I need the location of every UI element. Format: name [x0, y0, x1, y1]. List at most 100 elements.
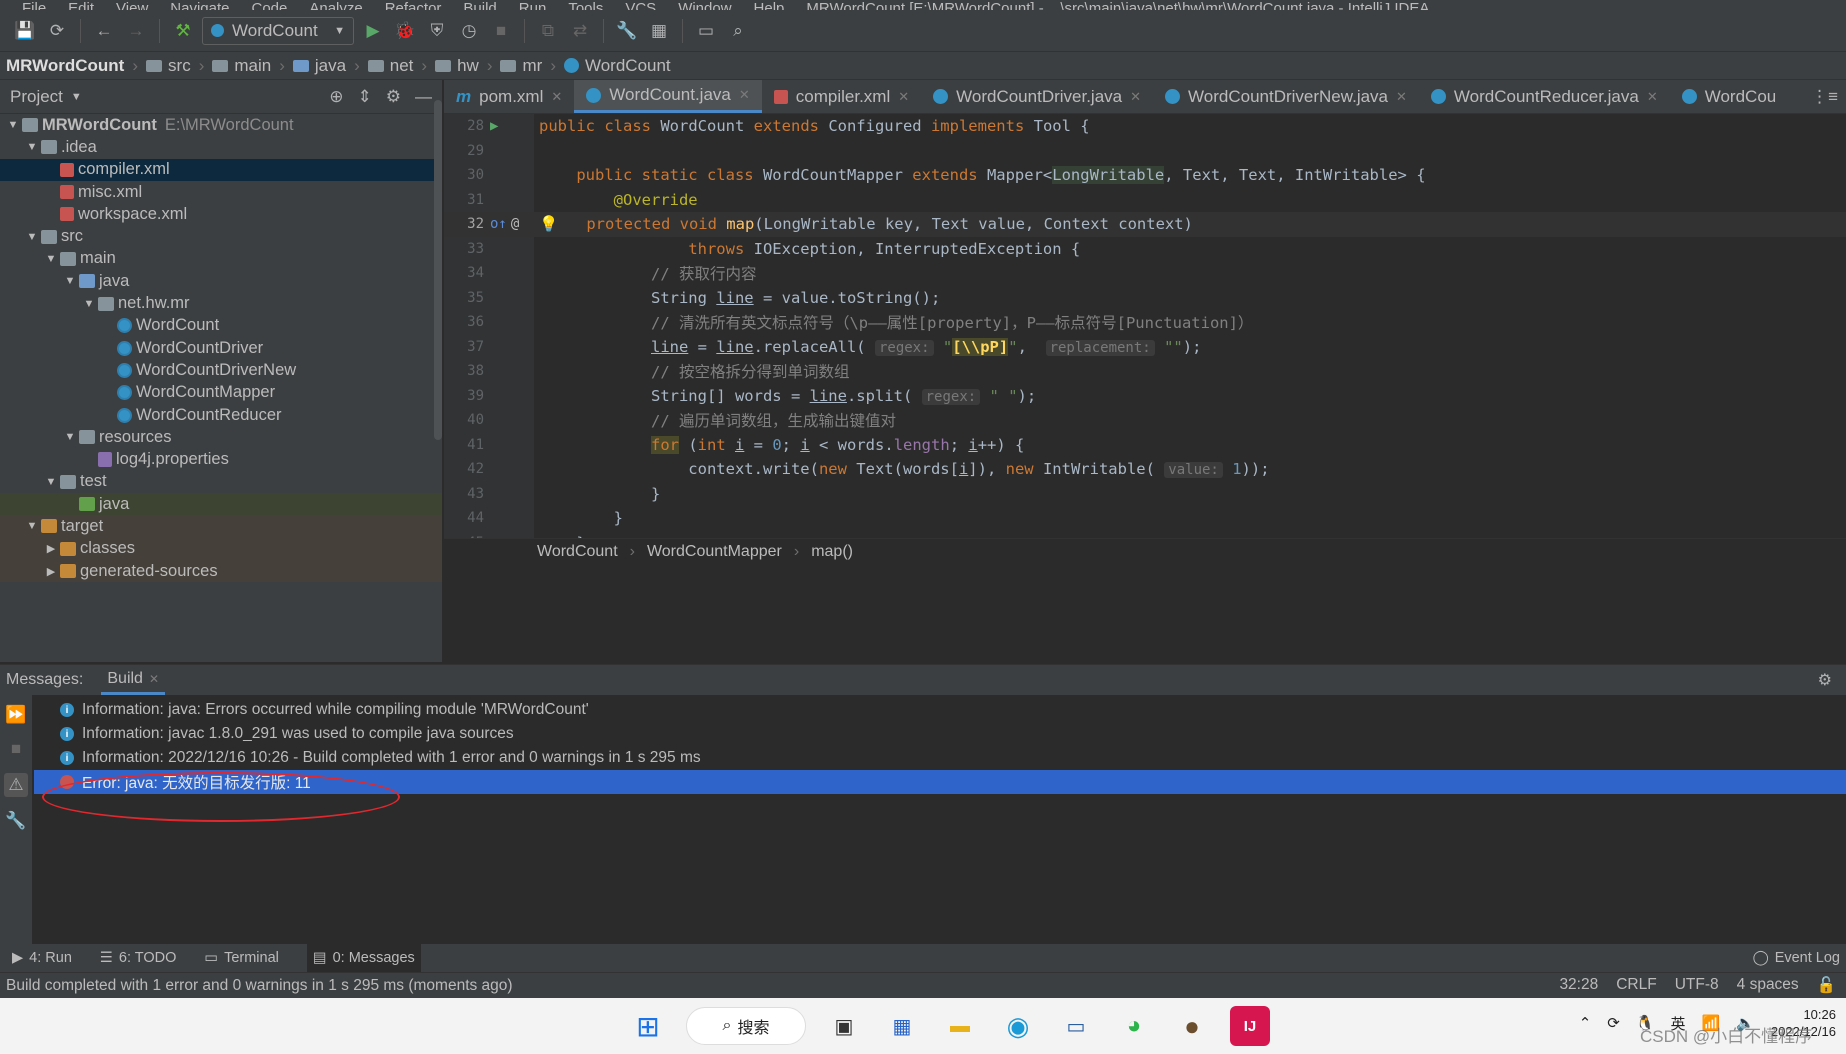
info-message[interactable]: i Information: 2022/12/16 10:26 - Build c… — [34, 746, 1846, 770]
tree-node[interactable]: ▼ MRWordCount E:\MRWordCount — [0, 114, 442, 136]
sync-tray-icon[interactable]: ⟳ — [1607, 1014, 1620, 1032]
tree-node[interactable]: ▼ net.hw.mr — [0, 292, 442, 314]
nav-crumb[interactable]: hw — [435, 56, 479, 76]
stop-icon[interactable]: ■ — [11, 739, 21, 759]
tree-node[interactable]: log4j.properties — [0, 448, 442, 470]
stop-icon[interactable]: ■ — [488, 18, 514, 44]
info-message[interactable]: i Information: javac 1.8.0_291 was used t… — [34, 722, 1846, 746]
collapse-arrow-icon[interactable]: ▶ — [42, 542, 60, 555]
tool-window-button[interactable]: ▭ Terminal — [204, 950, 279, 966]
event-log-button[interactable]: ◯ Event Log — [1752, 950, 1846, 966]
run-gutter-icon[interactable]: ▶ — [484, 118, 534, 134]
edge-icon[interactable]: ◉ — [998, 1006, 1038, 1046]
remote-desktop-icon[interactable]: ▭ — [1056, 1006, 1096, 1046]
tab-build[interactable]: Build ✕ — [101, 665, 166, 695]
windows-start-icon[interactable]: ⊞ — [628, 1006, 668, 1046]
profile-icon[interactable]: ◷ — [456, 18, 482, 44]
nav-crumb[interactable]: java — [292, 56, 346, 76]
forward-icon[interactable]: → — [123, 18, 149, 44]
store-icon[interactable]: ▦ — [882, 1006, 922, 1046]
close-icon[interactable]: ✕ — [1130, 89, 1141, 105]
media-app-icon[interactable]: ● — [1172, 1006, 1212, 1046]
lightbulb-icon[interactable]: 💡 — [539, 215, 558, 233]
tree-node[interactable]: java — [0, 493, 442, 516]
expand-arrow-icon[interactable]: ▼ — [61, 431, 79, 443]
editor-tab[interactable]: WordCount.java ✕ — [574, 80, 762, 113]
editor-tab[interactable]: WordCou — [1670, 80, 1789, 113]
nav-file[interactable]: WordCount — [563, 56, 671, 76]
menu-item[interactable]: Navigate — [170, 0, 229, 10]
intellij-idea-icon[interactable]: IJ — [1230, 1006, 1270, 1046]
chevron-up-icon[interactable]: ⌃ — [1579, 1014, 1592, 1032]
file-explorer-icon[interactable]: ▬ — [940, 1006, 980, 1046]
tree-node[interactable]: ▼ test — [0, 471, 442, 493]
tool-window-button[interactable]: ▤ 0: Messages — [306, 944, 421, 972]
menu-item[interactable]: File — [22, 0, 46, 10]
menu-item[interactable]: Refactor — [385, 0, 442, 10]
menu-item[interactable]: Edit — [68, 0, 94, 10]
gear-icon[interactable]: ⚙ — [386, 87, 401, 107]
expand-arrow-icon[interactable]: ▼ — [23, 231, 41, 243]
build-hammer-icon[interactable]: ⚒ — [170, 18, 196, 44]
menu-item[interactable]: Window — [678, 0, 731, 10]
nav-crumb[interactable]: net — [367, 56, 413, 76]
tree-node[interactable]: WordCount — [0, 315, 442, 337]
tree-node[interactable]: ▼ target — [0, 515, 442, 538]
editor-tab[interactable]: compiler.xml ✕ — [762, 80, 921, 113]
file-encoding[interactable]: UTF-8 — [1675, 976, 1719, 995]
task-view-icon[interactable]: ▣ — [824, 1006, 864, 1046]
nav-crumb[interactable]: src — [146, 56, 191, 76]
menu-item[interactable]: VCS — [625, 0, 656, 10]
close-icon[interactable]: ✕ — [149, 672, 159, 686]
back-icon[interactable]: ← — [91, 18, 117, 44]
save-icon[interactable]: 💾 — [12, 18, 38, 44]
warning-filter-icon[interactable]: ⚠ — [4, 773, 28, 797]
nav-crumb[interactable]: main — [212, 56, 271, 76]
tree-node[interactable]: ▼ main — [0, 248, 442, 270]
close-icon[interactable]: ✕ — [1396, 89, 1407, 105]
tool-window-button[interactable]: ▶ 4: Run — [12, 950, 72, 966]
code-breadcrumb-class[interactable]: WordCount — [537, 543, 618, 561]
run-config-selector[interactable]: WordCount ▼ — [202, 16, 354, 45]
editor-tab[interactable]: WordCountReducer.java ✕ — [1419, 80, 1670, 113]
tree-node[interactable]: WordCountDriverNew — [0, 359, 442, 381]
tree-node[interactable]: WordCountMapper — [0, 382, 442, 404]
tree-node[interactable]: ▼ resources — [0, 426, 442, 448]
tree-node[interactable]: ▶ classes — [0, 537, 442, 560]
search-icon[interactable]: ⌕ — [725, 18, 751, 44]
tree-node[interactable]: misc.xml — [0, 181, 442, 203]
expand-arrow-icon[interactable]: ▼ — [23, 141, 41, 153]
override-gutter-icon[interactable]: o↑ @ — [484, 216, 534, 232]
tree-node[interactable]: ▼ java — [0, 270, 442, 292]
tree-node[interactable]: compiler.xml — [0, 158, 442, 181]
coverage-icon[interactable]: ⛨ — [424, 18, 450, 44]
taskbar-search[interactable]: ⌕ 搜索 — [686, 1007, 806, 1045]
code-breadcrumb-method[interactable]: map() — [811, 543, 853, 561]
code-editor[interactable]: 28 ▶ public class WordCount extends Conf… — [444, 114, 1846, 538]
menu-item[interactable]: Code — [251, 0, 287, 10]
menu-item[interactable]: Help — [754, 0, 785, 10]
expand-arrow-icon[interactable]: ▼ — [23, 520, 41, 532]
tabs-overflow-icon[interactable]: ⋮≡ — [1811, 80, 1846, 113]
wrench-icon[interactable]: 🔧 — [614, 18, 640, 44]
gear-icon[interactable]: ⚙ — [1818, 670, 1832, 690]
collapse-icon[interactable]: ⇕ — [358, 87, 372, 107]
lock-icon[interactable]: 🔓 — [1817, 976, 1836, 995]
sync-icon[interactable]: ⟳ — [44, 18, 70, 44]
close-icon[interactable]: ✕ — [551, 89, 562, 105]
tree-node[interactable]: ▼ src — [0, 225, 442, 247]
tree-node[interactable]: WordCountReducer — [0, 404, 442, 426]
code-breadcrumb-inner-class[interactable]: WordCountMapper — [647, 543, 782, 561]
editor-tab[interactable]: m pom.xml ✕ — [444, 80, 574, 113]
close-icon[interactable]: ✕ — [898, 89, 909, 105]
tree-node[interactable]: workspace.xml — [0, 203, 442, 225]
expand-arrow-icon[interactable]: ▼ — [4, 119, 22, 131]
attach-icon[interactable]: ⧉ — [535, 18, 561, 44]
debug-icon[interactable]: 🐞 — [392, 18, 418, 44]
nav-project[interactable]: MRWordCount — [6, 56, 124, 76]
project-view-selector[interactable]: Project — [10, 87, 63, 107]
menu-item[interactable]: Build — [463, 0, 496, 10]
vcs-icon[interactable]: ⇄ — [567, 18, 593, 44]
menu-item[interactable]: View — [116, 0, 148, 10]
minimize-icon[interactable]: — — [415, 87, 432, 107]
